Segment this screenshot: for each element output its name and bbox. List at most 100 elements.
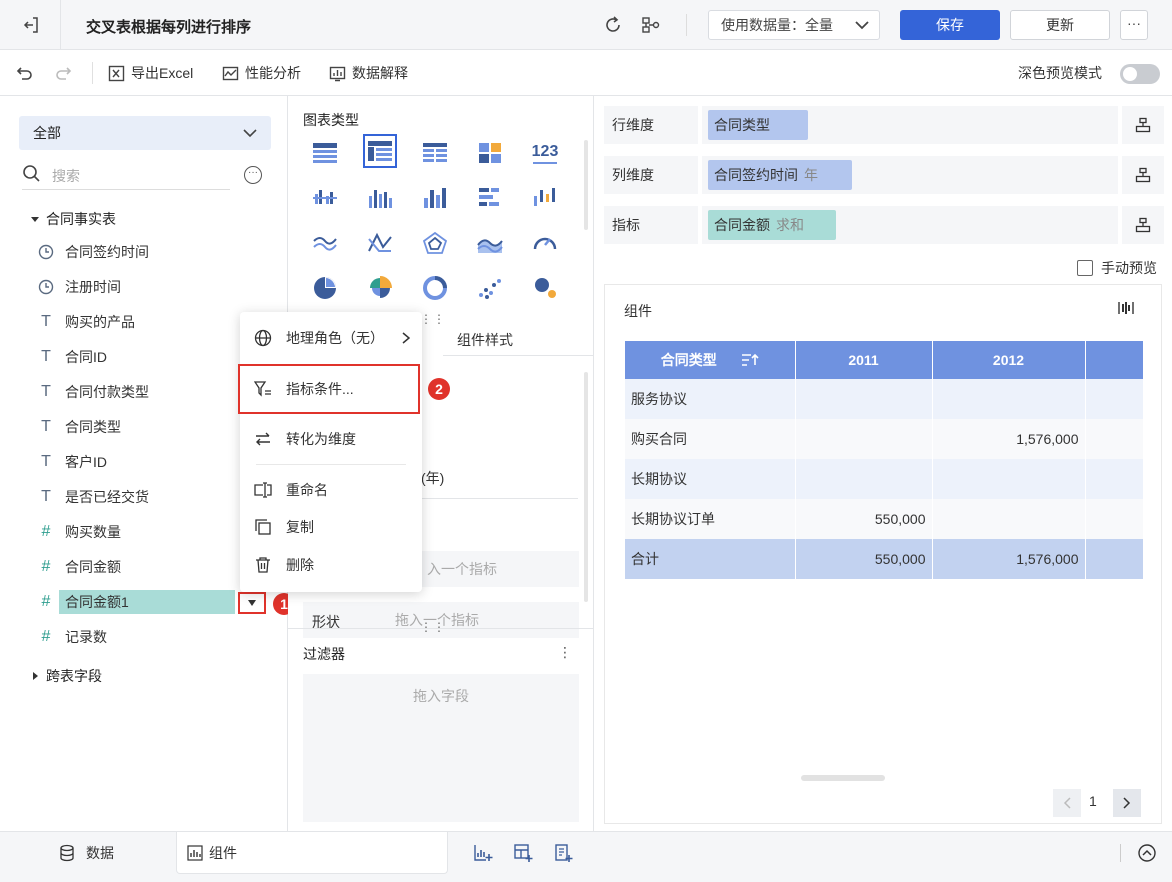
- chart-line-icon[interactable]: [308, 226, 342, 260]
- filter-drop-zone[interactable]: 拖入字段: [303, 674, 579, 822]
- tab-data[interactable]: 数据: [58, 832, 114, 874]
- row-dimension-settings[interactable]: [1122, 106, 1164, 144]
- field-context-menu: 地理角色（无） 指标条件... 转化为维度 重命名 复制 删除: [238, 312, 422, 592]
- chart-bubble-icon[interactable]: [528, 271, 562, 305]
- menu-item-delete[interactable]: 删除: [240, 547, 422, 583]
- redo-button[interactable]: [54, 50, 72, 96]
- caret-down-icon: [31, 217, 39, 222]
- chart-type-scrollbar[interactable]: [584, 140, 588, 230]
- header-cell[interactable]: [1085, 341, 1144, 379]
- chart-rose-icon[interactable]: [363, 271, 397, 305]
- field-label: 客户ID: [65, 454, 107, 470]
- drag-handle-icon[interactable]: ⋮⋮: [420, 620, 446, 634]
- chart-horizontal-bar-icon[interactable]: [473, 181, 507, 215]
- table-cell: [932, 499, 1086, 539]
- row-dimension-label: 行维度: [604, 106, 698, 144]
- header-cell[interactable]: 2011: [795, 341, 933, 379]
- field-item[interactable]: # 购买数量: [36, 519, 121, 545]
- save-button[interactable]: 保存: [900, 10, 1000, 40]
- menu-item-convert-dimension[interactable]: 转化为维度: [240, 421, 422, 457]
- metric-slot[interactable]: 合同金额 求和: [702, 206, 1118, 244]
- menu-item-metric-condition[interactable]: 指标条件...: [238, 364, 420, 414]
- undo-button[interactable]: [16, 50, 34, 96]
- menu-item-geo-role[interactable]: 地理角色（无）: [240, 320, 422, 356]
- column-dimension-settings[interactable]: [1122, 156, 1164, 194]
- add-dashboard-button[interactable]: [512, 842, 534, 864]
- column-dimension-pill[interactable]: 合同签约时间年: [708, 160, 852, 190]
- tab-component-style[interactable]: 组件样式: [457, 330, 513, 350]
- chart-bar-icon[interactable]: [418, 181, 452, 215]
- field-item[interactable]: T 合同ID: [36, 344, 107, 370]
- field-item[interactable]: 合同签约时间: [36, 239, 149, 265]
- chart-table-icon[interactable]: [308, 136, 342, 170]
- filter-more-button[interactable]: ⋮: [558, 644, 572, 661]
- dark-preview-toggle[interactable]: [1120, 64, 1160, 84]
- export-excel-button[interactable]: 导出Excel: [108, 50, 193, 96]
- field-item[interactable]: T 合同类型: [36, 414, 121, 440]
- divider: [92, 62, 93, 84]
- chart-pie-icon[interactable]: [308, 271, 342, 305]
- field-item-selected[interactable]: # 合同金额1: [36, 589, 235, 615]
- scope-select[interactable]: 全部: [19, 116, 271, 150]
- sort-icon[interactable]: [741, 353, 759, 367]
- table-cell: [1085, 419, 1144, 459]
- column-dimension-slot[interactable]: 合同签约时间年: [702, 156, 1118, 194]
- data-explain-button[interactable]: 数据解释: [329, 50, 408, 96]
- chart-detail-table-icon[interactable]: [418, 136, 452, 170]
- field-item[interactable]: T 是否已经交货: [36, 484, 149, 510]
- menu-item-rename[interactable]: 重命名: [240, 472, 422, 508]
- chart-kpi-card-icon[interactable]: [473, 136, 507, 170]
- chart-settings-icon[interactable]: [1117, 299, 1135, 317]
- manual-preview-checkbox[interactable]: 手动预览: [1077, 258, 1157, 278]
- more-button[interactable]: ···: [1120, 10, 1148, 40]
- chart-range-bar-icon[interactable]: [528, 181, 562, 215]
- chart-radar-icon[interactable]: [418, 226, 452, 260]
- table-node[interactable]: 合同事实表: [30, 209, 116, 229]
- chart-area-icon[interactable]: [473, 226, 507, 260]
- menu-item-copy[interactable]: 复制: [240, 509, 422, 545]
- metric-pill[interactable]: 合同金额 求和: [708, 210, 836, 240]
- refresh-button[interactable]: [600, 12, 626, 38]
- chart-crosstab-icon[interactable]: [363, 134, 397, 168]
- exit-button[interactable]: [14, 12, 48, 38]
- metric-settings[interactable]: [1122, 206, 1164, 244]
- field-search[interactable]: 搜索: [22, 162, 230, 190]
- chart-number-icon[interactable]: 123: [528, 136, 562, 170]
- horizontal-scrollbar[interactable]: [801, 775, 885, 781]
- field-item[interactable]: # 记录数: [36, 624, 107, 650]
- field-item[interactable]: T 合同付款类型: [36, 379, 149, 405]
- chart-radar-line-icon[interactable]: [363, 226, 397, 260]
- performance-analysis-button[interactable]: 性能分析: [222, 50, 301, 96]
- prev-page-button[interactable]: [1053, 789, 1081, 817]
- field-item[interactable]: 注册时间: [36, 274, 121, 300]
- chart-type-title: 图表类型: [303, 112, 359, 128]
- next-page-button[interactable]: [1113, 789, 1141, 817]
- lineage-button[interactable]: [638, 12, 664, 38]
- row-dimension-pill[interactable]: 合同类型: [708, 110, 808, 140]
- chart-donut-icon[interactable]: [418, 271, 452, 305]
- page-title: 交叉表根据每列进行排序: [86, 19, 252, 36]
- data-usage-select[interactable]: 使用数据量：全量: [708, 10, 880, 40]
- drag-handle-icon[interactable]: ⋮⋮: [420, 312, 446, 326]
- header-cell[interactable]: 2012: [932, 341, 1086, 379]
- table-cell: 合计: [625, 539, 796, 579]
- chart-stacked-bar-icon[interactable]: [363, 181, 397, 215]
- chart-scatter-icon[interactable]: [473, 271, 507, 305]
- field-dropdown-button[interactable]: [238, 592, 266, 614]
- collapse-up-button[interactable]: [1136, 842, 1158, 864]
- tab-component[interactable]: 组件: [176, 832, 448, 874]
- field-item[interactable]: T 客户ID: [36, 449, 107, 475]
- field-item[interactable]: # 合同金额: [36, 554, 121, 580]
- chart-gauge-icon[interactable]: [528, 226, 562, 260]
- chart-grouped-bar-icon[interactable]: [308, 181, 342, 215]
- update-button[interactable]: 更新: [1010, 10, 1110, 40]
- header-cell[interactable]: 合同类型: [625, 341, 796, 379]
- cross-table-node[interactable]: 跨表字段: [30, 666, 102, 686]
- more-options-icon[interactable]: ···: [244, 166, 262, 184]
- number-type-icon: #: [41, 523, 51, 540]
- config-scrollbar[interactable]: [584, 372, 588, 602]
- row-dimension-slot[interactable]: 合同类型: [702, 106, 1118, 144]
- add-component-button[interactable]: [472, 842, 494, 864]
- field-item[interactable]: T 购买的产品: [36, 309, 135, 335]
- add-report-button[interactable]: [552, 842, 574, 864]
